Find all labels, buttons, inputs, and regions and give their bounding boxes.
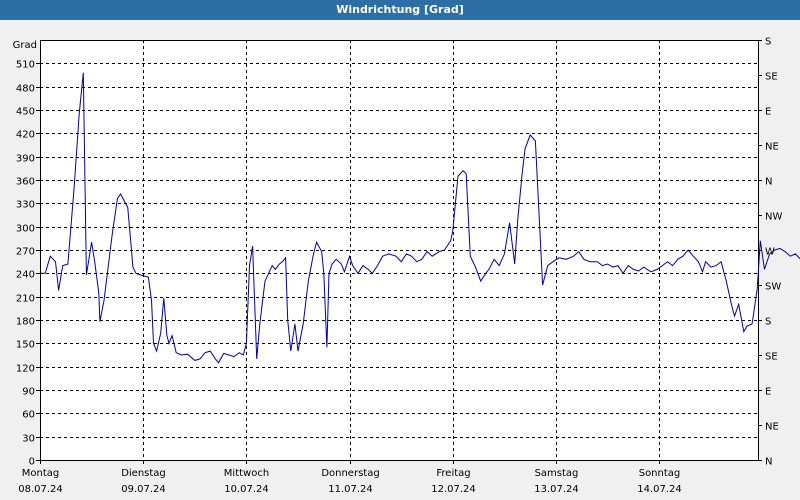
y-tick-label: 390 — [16, 154, 35, 165]
right-compass-label: SW — [765, 282, 781, 293]
x-tick-date-label: 08.07.24 — [18, 484, 63, 495]
x-tick-date-label: 14.07.24 — [637, 484, 682, 495]
right-compass-labels: N NE E SE S SW W NW N NE E SE S — [765, 37, 782, 468]
y-tick-label: 330 — [16, 200, 35, 211]
y-tick-label: 120 — [16, 364, 35, 375]
right-compass-label: S — [765, 317, 771, 328]
x-tick-day-label: Mittwoch — [224, 468, 269, 479]
x-tick-day-label: Sonntag — [639, 468, 681, 479]
x-tick-date-label: 12.07.24 — [431, 484, 476, 495]
x-tick-labels: Montag 08.07.24 Dienstag 09.07.24 Mittwoch 10… — [18, 468, 682, 495]
y-axis-label: Grad — [13, 40, 37, 51]
right-compass-label: W — [765, 247, 775, 258]
y-tick-label: 450 — [16, 107, 35, 118]
right-compass-label: NE — [765, 422, 779, 433]
right-compass-label: N — [765, 457, 772, 468]
x-tick-day-label: Dienstag — [121, 468, 166, 479]
y-tick-label: 90 — [22, 387, 35, 398]
x-tick-date-label: 13.07.24 — [534, 484, 579, 495]
right-compass-label: E — [765, 107, 771, 118]
y-tick-label: 480 — [16, 84, 35, 95]
right-compass-label: NW — [765, 212, 782, 223]
y-tick-label: 180 — [16, 317, 35, 328]
right-compass-label: NE — [765, 142, 779, 153]
y-tick-label: 300 — [16, 224, 35, 235]
y-tick-label: 240 — [16, 270, 35, 281]
y-tick-label: 360 — [16, 177, 35, 188]
x-tick-day-label: Donnerstag — [321, 468, 379, 479]
right-compass-label: SE — [765, 352, 778, 363]
y-tick-label: 510 — [16, 60, 35, 71]
y-tick-label: 60 — [22, 410, 35, 421]
x-tick-date-label: 09.07.24 — [121, 484, 166, 495]
y-tick-labels: 0 30 60 90 120 150 180 210 240 270 300 330 360 390 420… — [16, 60, 35, 468]
x-tick-date-label: 10.07.24 — [224, 484, 269, 495]
x-tick-date-label: 11.07.24 — [328, 484, 373, 495]
right-compass-label: E — [765, 387, 771, 398]
right-compass-label: SE — [765, 72, 778, 83]
y-tick-label: 150 — [16, 340, 35, 351]
x-tick-day-label: Samstag — [535, 468, 579, 479]
y-tick-label: 420 — [16, 130, 35, 141]
x-tick-day-label: Montag — [22, 468, 59, 479]
y-tick-label: 30 — [22, 434, 35, 445]
y-tick-label: 270 — [16, 247, 35, 258]
right-compass-label: S — [765, 37, 771, 48]
y-tick-label: 210 — [16, 294, 35, 305]
right-compass-label: N — [765, 177, 772, 188]
wind-direction-chart: Grad 0 30 60 90 120 150 180 210 240 270 300 330 360 3… — [13, 37, 800, 495]
y-tick-label: 0 — [29, 457, 35, 468]
x-tick-day-label: Freitag — [436, 468, 470, 479]
